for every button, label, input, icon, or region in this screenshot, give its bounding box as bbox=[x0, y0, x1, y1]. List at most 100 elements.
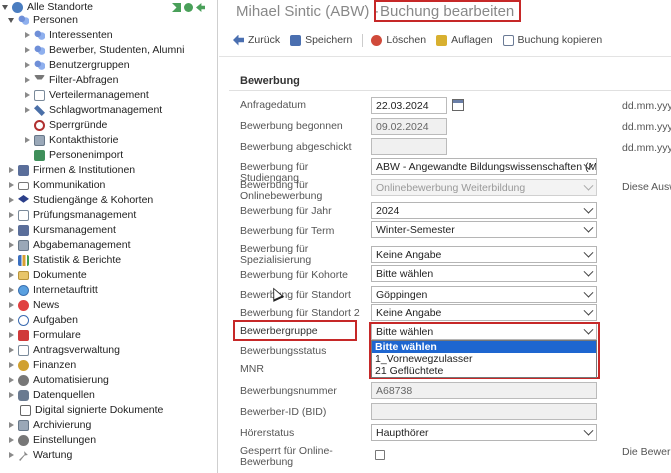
page-header: Mihael Sintic (ABW) - Buchung bearbeiten bbox=[219, 0, 671, 28]
sidebar-item-bewerber[interactable]: Bewerber, Studenten, Alumni bbox=[24, 43, 184, 58]
sidebar-item-abgabemanagement[interactable]: Abgabemanagement bbox=[8, 238, 131, 253]
sidebar-item-label: Verteilermanagement bbox=[49, 89, 149, 101]
sidebar-item-aufgaben[interactable]: Aufgaben bbox=[8, 313, 78, 328]
expand-icon[interactable] bbox=[8, 376, 15, 385]
dropdown-option[interactable]: Bitte wählen bbox=[372, 341, 596, 353]
expand-icon[interactable] bbox=[24, 106, 31, 115]
sidebar-item-firmen[interactable]: Firmen & Institutionen bbox=[8, 163, 135, 178]
gesperrt-checkbox[interactable] bbox=[375, 450, 385, 460]
expand-icon[interactable] bbox=[8, 301, 15, 310]
page-title-action: Buchung bearbeiten bbox=[374, 0, 522, 22]
expand-icon[interactable] bbox=[8, 211, 15, 220]
toolbar-divider-line bbox=[219, 56, 671, 57]
dropdown-option[interactable]: 21 Geflüchtete bbox=[372, 365, 596, 377]
sidebar-item-internetauftritt[interactable]: Internetauftritt bbox=[8, 283, 98, 298]
expand-icon[interactable] bbox=[24, 61, 31, 70]
requirements-button[interactable]: Auflagen bbox=[436, 34, 493, 46]
section-title: Bewerbung bbox=[240, 75, 300, 87]
sidebar-item-digital-signiert[interactable]: Digital signierte Dokumente bbox=[20, 403, 163, 418]
standort2-select[interactable]: Keine Angabe bbox=[371, 304, 597, 321]
anfragedatum-input[interactable]: 22.03.2024 bbox=[371, 97, 447, 114]
sidebar-item-statistik[interactable]: Statistik & Berichte bbox=[8, 253, 121, 268]
sidebar-item-archivierung[interactable]: Archivierung bbox=[8, 418, 91, 433]
refresh-icon[interactable] bbox=[184, 3, 193, 12]
expand-icon[interactable] bbox=[8, 316, 15, 325]
collapse-sidebar-icon[interactable] bbox=[196, 3, 205, 12]
kohorte-select[interactable]: Bitte wählen bbox=[371, 265, 597, 282]
book-icon bbox=[18, 225, 29, 236]
expand-icon[interactable] bbox=[8, 346, 15, 355]
sidebar-item-label: Aufgaben bbox=[33, 314, 78, 326]
sidebar-item-wartung[interactable]: Wartung bbox=[8, 448, 72, 463]
spezialisierung-select[interactable]: Keine Angabe bbox=[371, 246, 597, 263]
field-label-bewerbungsstatus: Bewerbungsstatus bbox=[240, 345, 327, 357]
sidebar-item-studiengaenge[interactable]: Studiengänge & Kohorten bbox=[8, 193, 153, 208]
sidebar-item-sperrgruende[interactable]: Sperrgründe bbox=[34, 118, 107, 133]
expand-icon[interactable] bbox=[8, 166, 15, 175]
expand-icon[interactable] bbox=[24, 31, 31, 40]
sidebar-item-news[interactable]: News bbox=[8, 298, 59, 313]
sidebar-item-benutzergruppen[interactable]: Benutzergruppen bbox=[24, 58, 130, 73]
document-icon bbox=[18, 345, 29, 356]
hoererstatus-select[interactable]: Haupthörer bbox=[371, 424, 597, 441]
sidebar-item-personenimport[interactable]: Personenimport bbox=[34, 148, 123, 163]
sidebar-item-kontakthistorie[interactable]: Kontakthistorie bbox=[24, 133, 118, 148]
dropdown-option[interactable]: 1_Vornewegzulasser bbox=[372, 353, 596, 365]
expand-icon[interactable] bbox=[8, 451, 15, 460]
date-format-hint: dd.mm.yyy bbox=[622, 142, 671, 154]
standort-select[interactable]: Göppingen bbox=[371, 286, 597, 303]
gesperrt-hint: Die Bewerb bbox=[622, 446, 671, 458]
expand-icon[interactable] bbox=[24, 91, 31, 100]
back-button-label: Zurück bbox=[248, 34, 281, 46]
sidebar-item-dokumente[interactable]: Dokumente bbox=[8, 268, 87, 283]
sidebar-item-kursmanagement[interactable]: Kursmanagement bbox=[8, 223, 116, 238]
sidebar-item-kommunikation[interactable]: Kommunikation bbox=[8, 178, 105, 193]
jahr-select[interactable]: 2024 bbox=[371, 202, 597, 219]
term-select[interactable]: Winter-Semester bbox=[371, 221, 597, 238]
sidebar-item-datenquellen[interactable]: Datenquellen bbox=[8, 388, 95, 403]
delete-button[interactable]: Löschen bbox=[371, 34, 426, 46]
expand-icon[interactable] bbox=[8, 241, 15, 250]
expand-icon[interactable] bbox=[8, 331, 15, 340]
copy-booking-button[interactable]: Buchung kopieren bbox=[502, 34, 602, 46]
expand-icon[interactable] bbox=[24, 76, 31, 85]
calendar-icon[interactable] bbox=[452, 99, 464, 111]
sidebar-item-automatisierung[interactable]: Automatisierung bbox=[8, 373, 109, 388]
sidebar-item-schlagwortmanagement[interactable]: Schlagwortmanagement bbox=[24, 103, 162, 118]
expand-icon[interactable] bbox=[8, 436, 15, 445]
back-button[interactable]: Zurück bbox=[233, 34, 280, 46]
users-icon bbox=[34, 30, 45, 41]
expand-icon[interactable] bbox=[24, 136, 31, 145]
expand-all-icon[interactable] bbox=[172, 3, 181, 12]
onlinebewerbung-hint: Diese Ausw bbox=[622, 181, 671, 193]
sidebar-item-einstellungen[interactable]: Einstellungen bbox=[8, 433, 96, 448]
expand-icon[interactable] bbox=[8, 196, 15, 205]
sidebar-item-filter-abfragen[interactable]: Filter-Abfragen bbox=[24, 73, 118, 88]
field-label-standort: Bewerbung für Standort bbox=[240, 289, 351, 301]
sidebar-item-formulare[interactable]: Formulare bbox=[8, 328, 81, 343]
sidebar-item-personen[interactable]: Personen bbox=[8, 13, 78, 28]
expand-icon[interactable] bbox=[8, 226, 15, 235]
sidebar-item-finanzen[interactable]: Finanzen bbox=[8, 358, 76, 373]
abgeschickt-input bbox=[371, 138, 447, 155]
sidebar-item-verteilermanagement[interactable]: Verteilermanagement bbox=[24, 88, 149, 103]
save-button[interactable]: Speichern bbox=[290, 34, 352, 46]
expand-icon[interactable] bbox=[8, 256, 15, 265]
expand-icon[interactable] bbox=[24, 46, 31, 55]
expand-icon[interactable] bbox=[8, 271, 15, 280]
sidebar-item-interessenten[interactable]: Interessenten bbox=[24, 28, 113, 43]
sidebar-item-label: Archivierung bbox=[33, 419, 92, 431]
expand-icon[interactable] bbox=[8, 361, 15, 370]
expand-icon[interactable] bbox=[8, 391, 15, 400]
expand-icon[interactable] bbox=[8, 181, 15, 190]
sidebar-item-label: Automatisierung bbox=[33, 374, 109, 386]
field-label-onlinebewerbung: Bewerbung für Onlinebewerbung bbox=[240, 179, 323, 202]
studiengang-select[interactable]: ABW - Angewandte Bildungswissenschaften … bbox=[371, 158, 597, 175]
expand-icon[interactable] bbox=[8, 16, 15, 25]
expand-icon[interactable] bbox=[2, 3, 9, 12]
sidebar-item-antragsverwaltung[interactable]: Antragsverwaltung bbox=[8, 343, 120, 358]
expand-icon[interactable] bbox=[8, 286, 15, 295]
users-icon bbox=[34, 60, 45, 71]
sidebar-item-pruefungsmanagement[interactable]: Prüfungsmanagement bbox=[8, 208, 136, 223]
expand-icon[interactable] bbox=[8, 421, 15, 430]
